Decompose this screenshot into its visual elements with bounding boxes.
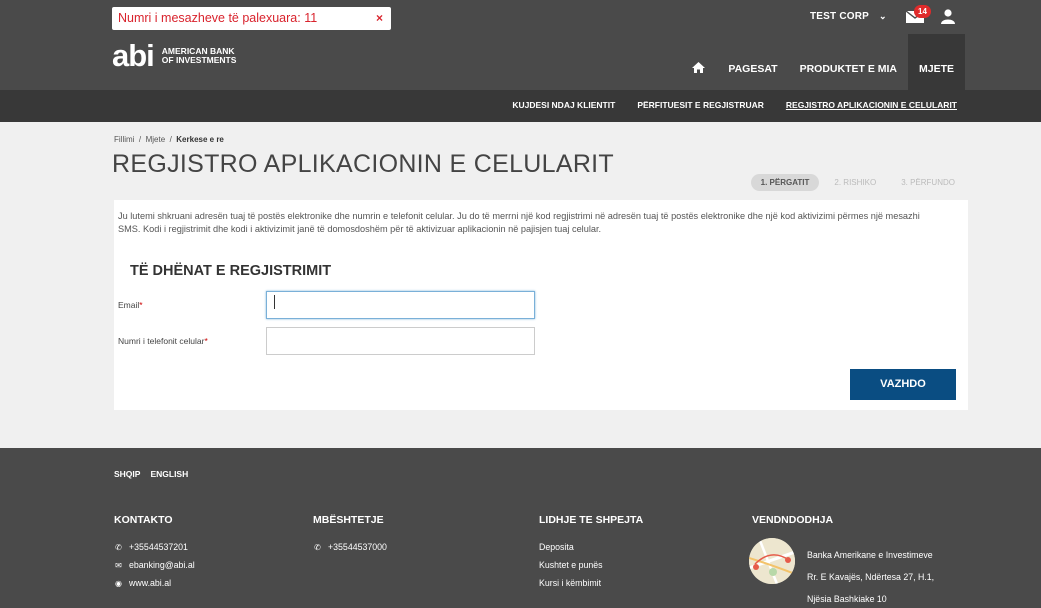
footer: SHQIP ENGLISH KONTAKTO ✆ +35544537201 ✉ eb… [0,448,1041,608]
phone-label-text: Numri i telefonit celular [118,336,205,346]
contact-title: KONTAKTO [114,514,173,526]
bank-logo[interactable]: abi AMERICAN BANK OF INVESTMENTS [112,38,236,74]
breadcrumb-separator: / [169,135,172,144]
required-mark: * [139,300,143,310]
user-icon[interactable] [941,9,955,24]
globe-icon: ◉ [115,578,122,588]
footer-links: LIDHJE TE SHPEJTA Deposita Kushtet e pun… [539,514,643,596]
link-terms[interactable]: Kushtet e punës [539,560,643,570]
language-switcher: SHQIP ENGLISH [114,469,188,479]
breadcrumb-separator: / [138,135,142,144]
phone-icon: ✆ [115,542,122,552]
breadcrumb-current: Kerkese e re [176,135,224,144]
main-content: Fillimi / Mjete / Kerkese e re REGJISTRO… [0,122,1041,448]
subnav-item-client-care[interactable]: KUJDESI NDAJ KLIENTIT [512,100,615,110]
breadcrumb-home[interactable]: Fillimi [114,135,134,144]
contact-email-text: ebanking@abi.al [129,560,195,570]
phone-icon: ✆ [314,542,321,552]
unread-messages-alert[interactable]: Numri i mesazheve të palexuara: 11 × [112,7,391,30]
phone-field[interactable] [266,327,535,355]
sub-navbar: KUJDESI NDAJ KLIENTIT PËRFITUESIT E REGJ… [0,90,1041,122]
chevron-down-icon: ⌄ [879,11,887,21]
breadcrumb-tools[interactable]: Mjete [146,135,166,144]
top-bar: Numri i mesazheve të palexuara: 11 × TES… [0,0,1041,34]
location-line-1: Banka Amerikane e Investimeve [807,550,933,560]
footer-location: VENDNDODHJA [752,514,833,542]
envelope-icon: ✉ [115,560,122,570]
email-label-text: Email [118,300,140,310]
support-phone-text: +35544537000 [328,542,387,552]
location-address: Banka Amerikane e Investimeve Rr. E Kava… [807,544,934,608]
location-line-2: Rr. E Kavajës, Ndërtesa 27, H.1, [807,572,935,582]
home-icon [692,62,706,73]
location-title: VENDNDODHJA [752,514,834,526]
lang-english[interactable]: ENGLISH [150,469,188,479]
subnav-item-beneficiaries[interactable]: PËRFITUESIT E REGJISTRUAR [637,100,764,110]
subnav-menu: KUJDESI NDAJ KLIENTIT PËRFITUESIT E REGJ… [512,100,957,110]
contact-web[interactable]: ◉ www.abi.al [114,578,195,588]
main-navbar: abi AMERICAN BANK OF INVESTMENTS PAGESAT… [0,34,1041,90]
company-menu[interactable]: TEST CORP ⌄ [810,11,887,22]
step-finish: 3. PËRFUNDO [901,178,955,187]
text-cursor [274,295,275,309]
required-mark: * [204,336,208,346]
phone-label: Numri i telefonit celular* [118,336,208,346]
subnav-item-register-app[interactable]: REGJISTRO APLIKACIONIN E CELULARIT [786,100,957,110]
email-field[interactable] [266,291,535,319]
registration-card: Ju lutemi shkruani adresën tuaj të postë… [114,200,968,410]
step-prepare: 1. PËRGATIT [750,174,820,191]
nav-item-mjete[interactable]: MJETE [907,34,965,90]
mail-count-badge: 14 [914,5,931,18]
contact-phone-text: +35544537201 [129,542,188,552]
company-name: TEST CORP [810,11,870,22]
map-thumbnail[interactable] [749,538,795,584]
nav-item-pagesat[interactable]: PAGESAT [717,53,788,90]
nav-item-produktet[interactable]: PRODUKTET E MIA [789,53,908,90]
footer-support: MBËSHTETJE ✆ +35544537000 [313,514,387,560]
contact-web-text: www.abi.al [129,578,172,588]
contact-email[interactable]: ✉ ebanking@abi.al [114,560,195,570]
links-title: LIDHJE TE SHPEJTA [539,514,644,526]
support-title: MBËSHTETJE [313,514,384,526]
section-title: TË DHËNAT E REGJISTRIMIT [130,263,332,279]
location-line-3: Njësia Bashkiake 10 [807,594,887,604]
intro-text: Ju lutemi shkruani adresën tuaj të postë… [118,211,920,234]
link-deposits[interactable]: Deposita [539,542,643,552]
contact-phone[interactable]: ✆ +35544537201 [114,542,195,552]
nav-home[interactable] [680,53,717,90]
continue-button[interactable]: VAZHDO [850,369,956,400]
support-phone[interactable]: ✆ +35544537000 [313,542,387,552]
logo-mark: abi [112,38,155,73]
close-icon[interactable]: × [376,11,383,25]
nav-menu: PAGESAT PRODUKTET E MIA MJETE [680,34,965,90]
progress-steps: 1. PËRGATIT 2. RISHIKO 3. PËRFUNDO [750,174,965,191]
breadcrumb: Fillimi / Mjete / Kerkese e re [114,135,224,144]
lang-albanian[interactable]: SHQIP [114,469,140,479]
logo-text: AMERICAN BANK OF INVESTMENTS [162,47,237,65]
page-title: REGJISTRO APLIKACIONIN E CELULARIT [112,150,614,178]
email-label: Email* [118,300,143,310]
step-review: 2. RISHIKO [834,178,877,187]
alert-text: Numri i mesazheve të palexuara: 11 [118,11,318,25]
logo-line-2: OF INVESTMENTS [161,55,237,65]
link-exchange-rate[interactable]: Kursi i këmbimit [539,578,643,588]
footer-contact: KONTAKTO ✆ +35544537201 ✉ ebanking@abi.al … [114,514,195,596]
